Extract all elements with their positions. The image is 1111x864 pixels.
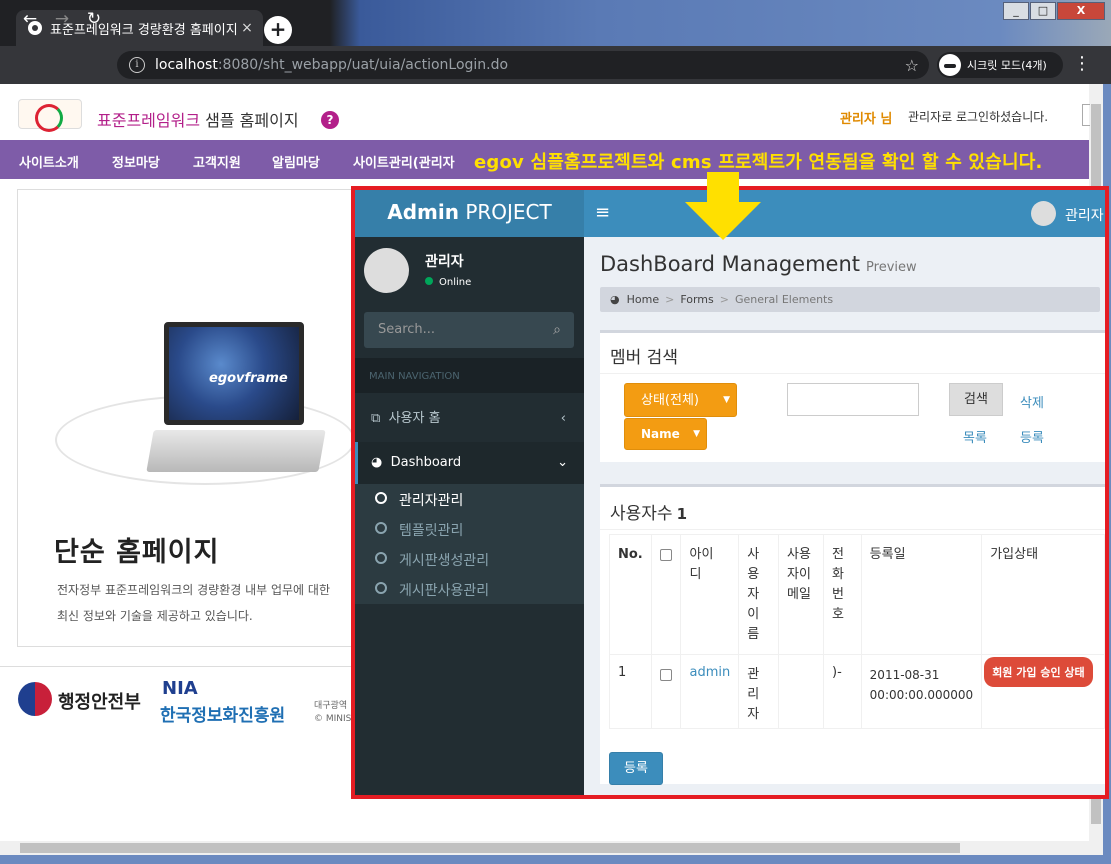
window-close-button[interactable]: X xyxy=(1057,2,1105,20)
window-frame-bottom xyxy=(0,855,1111,864)
reload-icon[interactable]: ↻ xyxy=(83,9,105,31)
incognito-label: 시크릿 모드(4개) xyxy=(967,59,1047,72)
logged-in-user: 관리자 님 xyxy=(840,112,893,127)
menu-item-about[interactable]: 사이트소개 xyxy=(19,152,79,171)
footer-address: 대구광역 © MINIST xyxy=(314,700,354,726)
footer-copyright: © MINIST xyxy=(314,714,354,724)
forward-icon[interactable]: → xyxy=(51,9,73,31)
incognito-badge[interactable]: 시크릿 모드(4개) xyxy=(937,52,1063,78)
section-desc-2: 최신 정보와 기술을 제공하고 있습니다. xyxy=(57,609,253,623)
site-logo[interactable] xyxy=(18,99,82,132)
footer-mois[interactable]: 행정안전부 xyxy=(58,688,141,714)
minimize-button[interactable]: _ xyxy=(1003,2,1029,20)
incognito-icon xyxy=(939,54,961,76)
browser-menu-icon[interactable]: ⋮ xyxy=(1073,55,1091,73)
section-title: 단순 홈페이지 xyxy=(54,537,220,568)
window-controls: _ □ X xyxy=(1002,2,1105,20)
footer-nia[interactable]: NIA xyxy=(162,678,198,699)
info-icon[interactable]: i xyxy=(129,57,145,73)
address-bar[interactable]: i localhost:8080/sht_webapp/uat/uia/acti… xyxy=(117,51,929,79)
menu-item-info[interactable]: 정보마당 xyxy=(112,152,160,171)
site-title-accent: 표준프레임워크 xyxy=(97,111,201,130)
login-message: 관리자로 로그인하셨습니다. xyxy=(908,110,1049,124)
url-path: :8080/sht_webapp/uat/uia/actionLogin.do xyxy=(217,57,509,73)
maximize-button[interactable]: □ xyxy=(1030,2,1056,20)
bookmark-star-icon[interactable]: ☆ xyxy=(905,56,919,75)
horizontal-scrollbar[interactable] xyxy=(0,841,1103,855)
site-title: 표준프레임워크 샘플 홈페이지 xyxy=(97,107,299,131)
mois-emblem-icon xyxy=(18,682,52,716)
menu-item-admin[interactable]: 사이트관리(관리자 xyxy=(353,152,455,171)
down-arrow-icon xyxy=(685,172,761,240)
tab-close-icon[interactable]: × xyxy=(237,20,257,36)
logout-button[interactable] xyxy=(1082,104,1090,126)
annotation-banner: egov 심플홈프로젝트와 cms 프로젝트가 연동됨을 확인 할 수 있습니다… xyxy=(474,152,1043,173)
laptop-illustration: egovframe xyxy=(55,320,355,485)
menu-item-support[interactable]: 고객지원 xyxy=(193,152,241,171)
laptop-label: egovframe xyxy=(209,371,288,386)
highlight-frame xyxy=(351,186,1109,799)
section-desc-1: 전자정부 표준프레임워크의 경량환경 내부 업무에 대한 xyxy=(57,583,330,597)
new-tab-button[interactable]: + xyxy=(264,16,292,44)
footer-nia-name[interactable]: 한국정보화진흥원 xyxy=(160,701,285,726)
tab-title: 표준프레임워크 경량환경 홈페이지 xyxy=(50,22,237,38)
url-host: localhost xyxy=(155,57,218,73)
menu-item-notice[interactable]: 알림마당 xyxy=(272,152,320,171)
footer-address-line: 대구광역 xyxy=(314,701,348,711)
site-title-rest: 샘플 홈페이지 xyxy=(200,111,299,130)
help-icon[interactable]: ? xyxy=(321,111,339,129)
back-icon[interactable]: ← xyxy=(19,9,41,31)
